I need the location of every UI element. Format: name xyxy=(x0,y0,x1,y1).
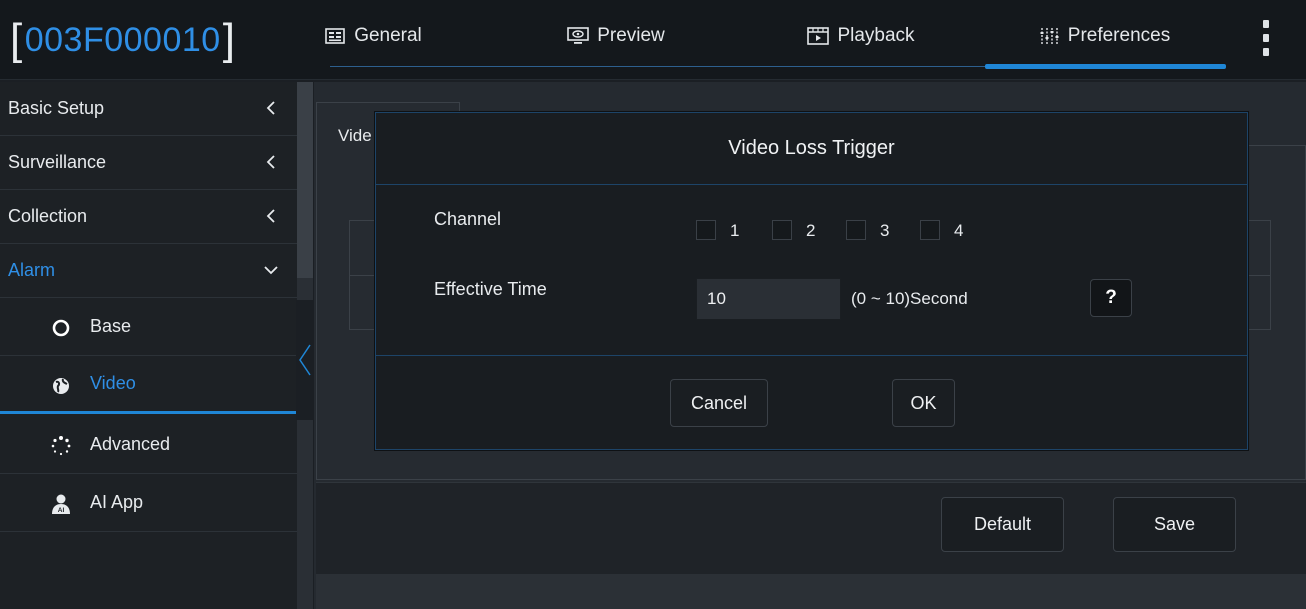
help-button[interactable]: ? xyxy=(1090,279,1132,317)
bracket-left: [ xyxy=(10,15,23,64)
sidebar-subitem-label: Video xyxy=(90,373,136,393)
chevron-left-icon xyxy=(266,209,275,223)
footer-strip xyxy=(316,574,1306,609)
tab-playback[interactable]: Playback xyxy=(796,0,926,72)
top-bar: [ 003F000010 ] General Preview Playback xyxy=(0,0,1306,80)
cancel-button[interactable]: Cancel xyxy=(670,379,768,427)
globe-icon xyxy=(50,375,72,397)
tab-preview-label: Preview xyxy=(597,25,665,46)
sidebar-item-collection[interactable]: Collection xyxy=(0,190,297,244)
save-button[interactable]: Save xyxy=(1113,497,1236,552)
channel-2-checkbox[interactable] xyxy=(772,220,792,240)
effective-time-input[interactable] xyxy=(696,278,841,320)
preferences-icon xyxy=(1038,27,1060,45)
channel-3-label: 3 xyxy=(880,221,890,240)
chevron-left-icon xyxy=(266,155,275,169)
channel-1-checkbox[interactable] xyxy=(696,220,716,240)
channel-label: Channel xyxy=(434,209,502,229)
sidebar-subitem-ai-app[interactable]: AI AI App xyxy=(0,474,297,532)
sidebar-subitem-label: Advanced xyxy=(90,434,171,454)
more-menu-icon[interactable] xyxy=(1258,20,1274,56)
sidebar-item-label: Alarm xyxy=(8,260,56,280)
channel-4-label: 4 xyxy=(954,221,964,240)
sidebar-subitem-advanced[interactable]: Advanced xyxy=(0,416,297,474)
tab-playback-label: Playback xyxy=(837,25,915,46)
ok-button[interactable]: OK xyxy=(892,379,955,427)
channel-2-label: 2 xyxy=(806,221,816,240)
sidebar-scrollbar-thumb[interactable] xyxy=(297,82,313,278)
dialog-divider xyxy=(376,355,1247,356)
tab-general-label: General xyxy=(354,25,422,46)
device-id-display: [ 003F000010 ] xyxy=(10,14,235,66)
preview-icon xyxy=(567,27,590,45)
sidebar: Basic Setup Surveillance Collection Alar… xyxy=(0,82,297,609)
chevron-left-icon xyxy=(266,101,275,115)
dots-icon xyxy=(50,435,72,457)
ai-user-icon: AI xyxy=(50,493,72,515)
video-loss-trigger-dialog: Video Loss Trigger Channel 1 2 3 4 Effec… xyxy=(375,112,1248,450)
channel-4-checkbox[interactable] xyxy=(920,220,940,240)
chevron-left-icon xyxy=(299,344,311,376)
effective-time-range: (0 ~ 10)Second xyxy=(851,289,968,308)
sidebar-collapse-handle[interactable] xyxy=(296,300,314,420)
sidebar-item-label: Basic Setup xyxy=(8,98,105,118)
device-id: 003F000010 xyxy=(24,20,221,59)
channel-1-label: 1 xyxy=(730,221,740,240)
tab-general[interactable]: General xyxy=(318,0,428,72)
bracket-right: ] xyxy=(222,15,236,64)
dialog-title: Video Loss Trigger xyxy=(376,113,1247,185)
sidebar-subitem-video[interactable]: Video xyxy=(0,356,297,414)
sidebar-subitem-base[interactable]: Base xyxy=(0,298,297,356)
sidebar-subitem-label: Base xyxy=(90,316,132,336)
effective-time-label: Effective Time xyxy=(434,279,547,299)
playback-icon xyxy=(807,27,830,45)
tab-active-indicator xyxy=(985,64,1226,69)
sidebar-item-basic-setup[interactable]: Basic Setup xyxy=(0,82,297,136)
app-window: [ 003F000010 ] General Preview Playback xyxy=(0,0,1306,609)
svg-text:AI: AI xyxy=(58,507,65,514)
sidebar-item-alarm[interactable]: Alarm xyxy=(0,244,297,298)
channel-3-checkbox[interactable] xyxy=(846,220,866,240)
sidebar-subitem-label: AI App xyxy=(90,492,144,512)
sidebar-item-label: Collection xyxy=(8,206,88,226)
sidebar-item-surveillance[interactable]: Surveillance xyxy=(0,136,297,190)
circle-icon xyxy=(50,317,72,339)
tab-preferences-label: Preferences xyxy=(1067,25,1171,46)
chevron-down-icon xyxy=(264,266,278,275)
tab-preferences[interactable]: Preferences xyxy=(1024,0,1184,72)
sidebar-item-label: Surveillance xyxy=(8,152,107,172)
general-icon xyxy=(324,27,346,45)
tab-preview[interactable]: Preview xyxy=(560,0,672,72)
page-tab-label: Vide xyxy=(338,126,372,145)
default-button[interactable]: Default xyxy=(941,497,1064,552)
